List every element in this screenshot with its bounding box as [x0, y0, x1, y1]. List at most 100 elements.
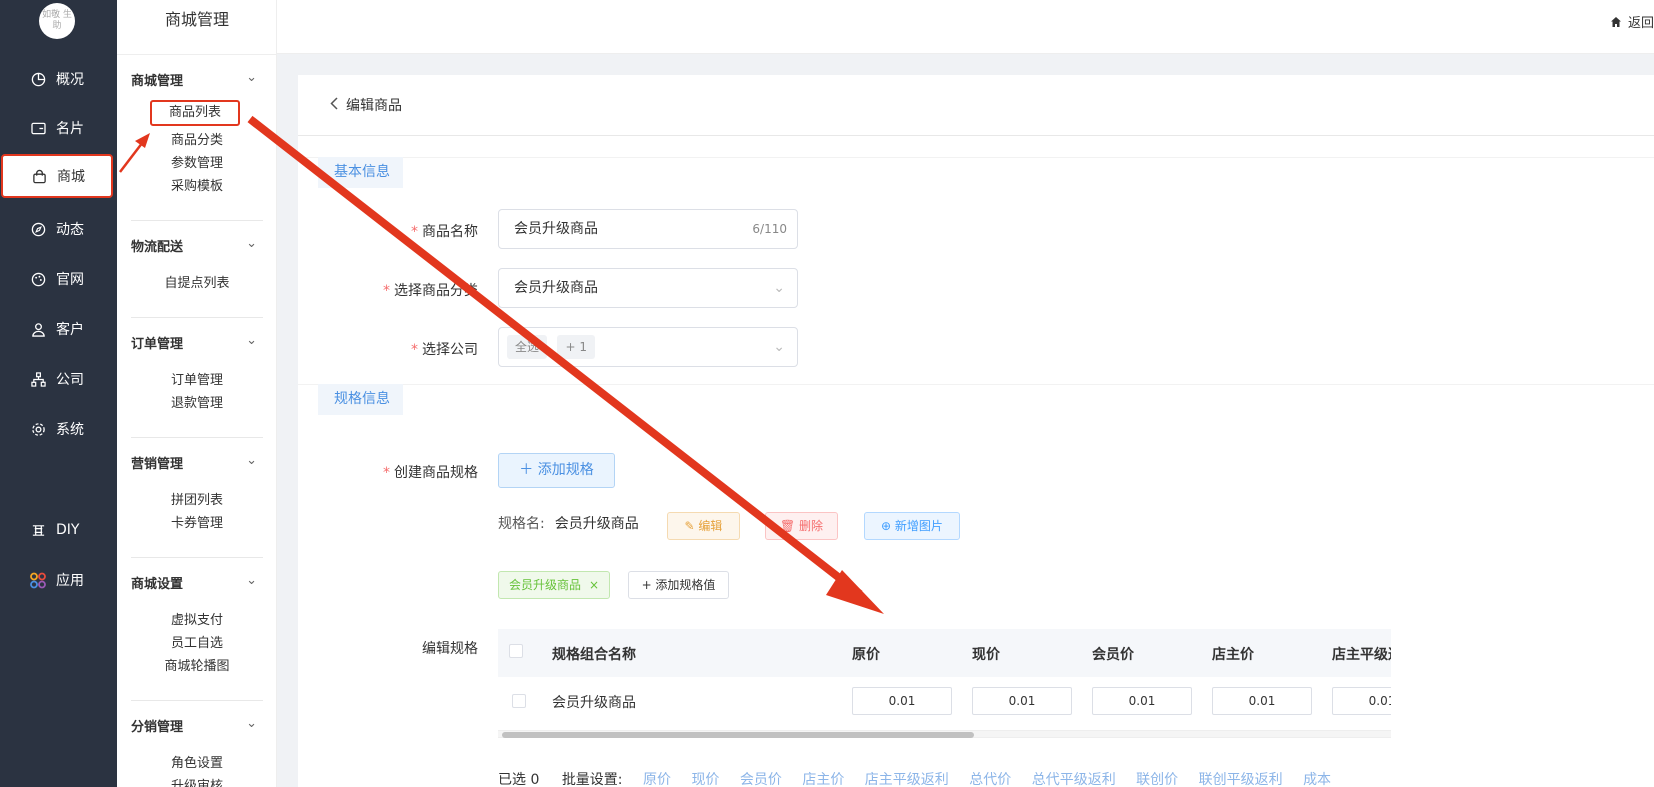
owner-rebate-input[interactable]: 0.01 — [1332, 687, 1391, 715]
gear-icon — [30, 421, 46, 437]
nav-item-label: DIY — [56, 522, 80, 538]
chevron-down-icon: ⌄ — [246, 716, 257, 731]
edit-icon: ✎ — [684, 519, 699, 533]
nav-item-news[interactable]: 动态 — [0, 209, 117, 249]
nav-item-label: 商城 — [57, 169, 85, 185]
menu-item-virtual-pay[interactable]: 虚拟支付 — [117, 609, 277, 628]
batch-link[interactable]: 现价 — [691, 772, 719, 787]
table-header: 规格组合名称 原价 现价 会员价 店主价 店主平级返利 — [498, 629, 1391, 677]
spec-value-tag[interactable]: 会员升级商品 × — [498, 571, 611, 599]
nav-item-apps[interactable]: 应用 — [0, 560, 117, 600]
home-link[interactable]: 返回 — [1610, 12, 1654, 31]
menu-group-logistics[interactable]: 物流配送 ⌄ — [131, 236, 263, 255]
apps-icon — [30, 572, 46, 588]
divider — [131, 317, 263, 318]
field-label-company: * 选择公司 — [411, 342, 478, 358]
home-label: 返回 — [1627, 16, 1654, 31]
batch-link[interactable]: 总代价 — [969, 772, 1011, 787]
batch-link[interactable]: 店主平级返利 — [865, 772, 949, 787]
batch-link[interactable]: 会员价 — [740, 772, 782, 787]
menu-item-params[interactable]: 参数管理 — [117, 152, 277, 171]
product-name-input[interactable]: 会员升级商品 6/110 — [498, 209, 798, 249]
menu-item-product-list[interactable]: 商品列表 — [150, 100, 240, 126]
menu-item-refunds[interactable]: 退款管理 — [117, 392, 277, 411]
company-select[interactable]: 全选 + 1 ⌄ — [498, 327, 798, 367]
row-checkbox[interactable] — [512, 694, 526, 708]
chevron-down-icon: ⌄ — [246, 236, 257, 251]
nav-item-diy[interactable]: DIY — [0, 510, 117, 550]
nav-item-overview[interactable]: 概况 — [0, 59, 117, 99]
chevron-down-icon: ⌄ — [246, 333, 257, 348]
nav-item-system[interactable]: 系统 — [0, 409, 117, 449]
menu-item-product-category[interactable]: 商品分类 — [117, 129, 277, 148]
menu-item-orders[interactable]: 订单管理 — [117, 369, 277, 388]
batch-link[interactable]: 原价 — [643, 772, 671, 787]
home-icon — [1610, 16, 1622, 28]
menu-group-distribution[interactable]: 分销管理 ⌄ — [131, 716, 263, 735]
delete-spec-button[interactable]: 🗑 删除 — [765, 512, 838, 540]
chevron-down-icon: ⌄ — [246, 573, 257, 588]
original-price-input[interactable]: 0.01 — [852, 687, 952, 715]
batch-link[interactable]: 联创平级返利 — [1199, 772, 1283, 787]
divider — [131, 437, 263, 438]
column-header: 规格组合名称 — [552, 647, 636, 663]
menu-group-settings[interactable]: 商城设置 ⌄ — [131, 573, 263, 592]
nav-item-label: 应用 — [56, 573, 84, 589]
select-all-checkbox[interactable] — [509, 644, 523, 658]
sub-menu: 商城管理 商城管理 ⌄ 商品列表 商品分类 参数管理 采购模板 物流配送 ⌄ 自提点… — [117, 0, 277, 787]
spec-name-row: 规格名: 会员升级商品 — [498, 516, 639, 532]
nav-item-customer[interactable]: 客户 — [0, 309, 117, 349]
batch-link[interactable]: 总代平级返利 — [1032, 772, 1116, 787]
nav-item-label: 动态 — [56, 222, 84, 238]
nav-item-company[interactable]: 公司 — [0, 359, 117, 399]
column-header: 店主平级返利 — [1332, 647, 1391, 663]
member-price-input[interactable]: 0.01 — [1092, 687, 1192, 715]
add-image-button[interactable]: ⊕ 新增图片 — [864, 512, 960, 540]
column-header: 店主价 — [1212, 647, 1254, 663]
back-link[interactable]: 编辑商品 — [330, 95, 402, 115]
menu-group-mall[interactable]: 商城管理 ⌄ — [131, 70, 263, 89]
current-price-input[interactable]: 0.01 — [972, 687, 1072, 715]
owner-price-input[interactable]: 0.01 — [1212, 687, 1312, 715]
company-tag-more: + 1 — [557, 335, 595, 359]
nav-item-label: 官网 — [56, 272, 84, 288]
field-label-category: * 选择商品分类 — [383, 283, 478, 299]
shopping-bag-icon — [31, 168, 47, 184]
menu-item-upgrade-review[interactable]: 升级审核 — [117, 775, 277, 787]
nav-item-label: 客户 — [56, 322, 84, 338]
batch-label: 批量设置: — [561, 772, 623, 787]
company-tag[interactable]: 全选 — [507, 335, 548, 359]
batch-settings-row: 已选 0 批量设置: 原价 现价 会员价 店主价 店主平级返利 总代价 总代平级… — [498, 769, 1331, 787]
menu-item-purchase-template[interactable]: 采购模板 — [117, 175, 277, 194]
divider — [298, 135, 1654, 136]
menu-item-coupons[interactable]: 卡券管理 — [117, 512, 277, 531]
batch-link[interactable]: 成本 — [1303, 772, 1331, 787]
table-scrollbar[interactable] — [498, 730, 1391, 738]
nav-item-card[interactable]: 名片 — [0, 108, 117, 148]
scrollbar-thumb[interactable] — [502, 732, 974, 738]
palette-icon — [30, 271, 46, 287]
add-spec-value-button[interactable]: + 添加规格值 — [628, 571, 729, 599]
menu-item-carousel[interactable]: 商城轮播图 — [117, 655, 277, 674]
trash-icon: 🗑 — [779, 519, 800, 533]
field-label-create-spec: * 创建商品规格 — [383, 465, 478, 481]
menu-item-pickup-points[interactable]: 自提点列表 — [117, 272, 277, 291]
category-select[interactable]: 会员升级商品 ⌄ — [498, 268, 798, 308]
menu-group-orders[interactable]: 订单管理 ⌄ — [131, 333, 263, 352]
batch-link[interactable]: 联创价 — [1136, 772, 1178, 787]
nav-item-mall[interactable]: 商城 — [1, 154, 113, 198]
nav-item-label: 名片 — [56, 121, 84, 137]
edit-spec-button[interactable]: ✎ 编辑 — [667, 512, 740, 540]
batch-link[interactable]: 店主价 — [802, 772, 844, 787]
nav-item-website[interactable]: 官网 — [0, 259, 117, 299]
add-spec-button[interactable]: ＋ 添加规格 — [498, 453, 615, 488]
edit-product-card: 编辑商品 基本信息 * 商品名称 会员升级商品 6/110 * 选择商品分类 会员升… — [298, 75, 1654, 787]
menu-item-roles[interactable]: 角色设置 — [117, 752, 277, 771]
divider — [298, 157, 1654, 158]
close-icon[interactable]: × — [589, 578, 599, 592]
menu-group-marketing[interactable]: 营销管理 ⌄ — [131, 453, 263, 472]
menu-item-staff-select[interactable]: 员工自选 — [117, 632, 277, 651]
menu-item-group-buy[interactable]: 拼团列表 — [117, 489, 277, 508]
field-label-edit-spec: 编辑规格 — [422, 641, 478, 657]
nav-item-label: 概况 — [56, 72, 84, 88]
